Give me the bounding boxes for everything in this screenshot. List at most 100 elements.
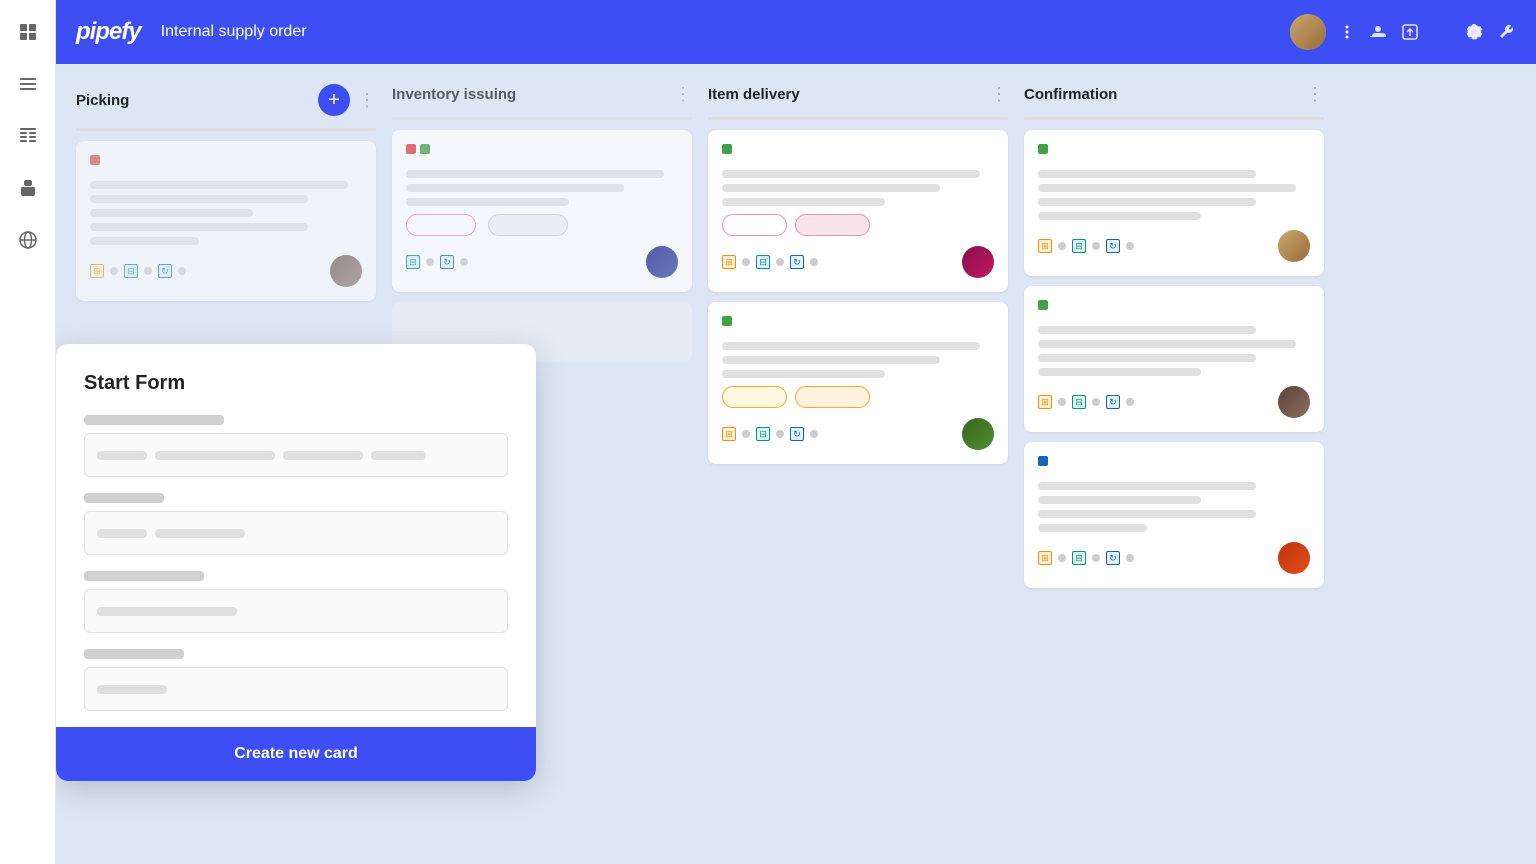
card-footer: ⊞ ⊟ ↻ [90, 255, 362, 287]
card-icon-attach: ⊟ [124, 264, 138, 278]
users-icon[interactable] [1368, 22, 1388, 42]
card-line [90, 223, 308, 231]
sidebar-item-table[interactable] [12, 120, 44, 152]
badge-green [1038, 300, 1048, 310]
sidebar-item-globe[interactable] [12, 224, 44, 256]
card-icon-label: ⊞ [90, 264, 104, 278]
inventory-header: Inventory issuing ⋮ [392, 84, 692, 105]
tag-pill [488, 214, 568, 236]
dot-icon [110, 267, 118, 275]
dot-icon [1058, 242, 1066, 250]
badge-green [1038, 144, 1048, 154]
card-icon: ⊟ [1072, 551, 1086, 565]
picking-add-button[interactable]: + [318, 84, 350, 116]
picking-menu-icon[interactable]: ⋮ [358, 90, 376, 111]
dot-icon [810, 258, 818, 266]
sidebar [0, 0, 56, 864]
dot-icon [776, 430, 784, 438]
dot-icon [460, 258, 468, 266]
badge-red [90, 155, 100, 165]
confirmation-menu-icon[interactable]: ⋮ [1306, 84, 1324, 105]
card-icon: ⊞ [1038, 551, 1052, 565]
avatar [1278, 230, 1310, 262]
card-icon: ⊟ [756, 255, 770, 269]
input-placeholder [97, 529, 245, 538]
card-icons: ⊞ ⊟ ↻ [722, 255, 818, 269]
filter-icon[interactable] [1432, 22, 1452, 42]
card-footer: ⊞ ⊟ ↻ [722, 246, 994, 278]
card-icon: ⊟ [1072, 239, 1086, 253]
card-line [90, 209, 253, 217]
table-row[interactable]: ⊞ ⊟ ↻ [1024, 130, 1324, 276]
avatar [1278, 542, 1310, 574]
table-row[interactable]: ⊞ ⊟ ↻ [1024, 442, 1324, 588]
card-icons: ⊞ ⊟ ↻ [1038, 395, 1134, 409]
wrench-icon[interactable] [1496, 22, 1516, 42]
form-body: Start Form [56, 344, 536, 711]
dot-icon [1058, 398, 1066, 406]
card-line [722, 356, 940, 364]
card-line [722, 198, 885, 206]
dot-icon [742, 258, 750, 266]
form-input-1[interactable] [84, 433, 508, 477]
header-avatar[interactable] [1290, 14, 1326, 50]
start-form-overlay: Start Form [56, 344, 536, 781]
form-input-2[interactable] [84, 511, 508, 555]
card-line [1038, 198, 1256, 206]
column-confirmation: Confirmation ⋮ ⊞ ⊟ [1024, 84, 1324, 844]
card-icon: ↻ [440, 255, 454, 269]
form-input-4[interactable] [84, 667, 508, 711]
badge-red [406, 144, 416, 154]
card-icons: ⊞ ⊟ ↻ [90, 264, 186, 278]
header-more-icon[interactable] [1338, 23, 1356, 41]
card-line [1038, 184, 1296, 192]
card-line [90, 195, 308, 203]
table-row[interactable]: ⊞ ⊟ ↻ [1024, 286, 1324, 432]
table-row[interactable]: ⊞ ⊟ ↻ [708, 302, 1008, 464]
form-field-label-1 [84, 415, 224, 425]
table-row[interactable]: ⊟ ↻ [392, 130, 692, 292]
card-icon-sync: ↻ [158, 264, 172, 278]
card-icon: ⊟ [406, 255, 420, 269]
badge-green [722, 316, 732, 326]
table-row[interactable]: ⊞ ⊟ ↻ [76, 141, 376, 301]
export-icon[interactable] [1400, 22, 1420, 42]
card-footer: ⊟ ↻ [406, 246, 678, 278]
logo: pipefy [76, 18, 141, 46]
card-footer: ⊞ ⊟ ↻ [1038, 230, 1310, 262]
sidebar-item-bot[interactable] [12, 172, 44, 204]
card-line [1038, 368, 1201, 376]
card-line [1038, 340, 1296, 348]
dot-icon [742, 430, 750, 438]
tag-pill [406, 214, 476, 236]
sidebar-item-grid[interactable] [12, 16, 44, 48]
avatar [330, 255, 362, 287]
tag-pill-orange2 [795, 386, 870, 408]
dot-icon [178, 267, 186, 275]
card-line [406, 170, 664, 178]
card-line [722, 170, 980, 178]
avatar [1278, 386, 1310, 418]
inventory-menu-icon[interactable]: ⋮ [674, 84, 692, 105]
dot-icon [144, 267, 152, 275]
input-placeholder [97, 685, 167, 694]
create-card-button[interactable]: Create new card [84, 745, 508, 763]
delivery-menu-icon[interactable]: ⋮ [990, 84, 1008, 105]
card-line [722, 184, 940, 192]
dot-icon [776, 258, 784, 266]
table-row[interactable]: ⊞ ⊟ ↻ [708, 130, 1008, 292]
sidebar-item-list[interactable] [12, 68, 44, 100]
card-icon: ↻ [790, 427, 804, 441]
card-line [1038, 326, 1256, 334]
card-line [1038, 524, 1147, 532]
settings-icon[interactable] [1464, 22, 1484, 42]
board: Picking + ⋮ ⊞ ⊟ [56, 64, 1536, 864]
dot-icon [1126, 398, 1134, 406]
card-line [90, 181, 348, 189]
form-title: Start Form [84, 372, 508, 395]
card-line [722, 370, 885, 378]
form-input-3[interactable] [84, 589, 508, 633]
card-line [1038, 510, 1256, 518]
card-icon: ⊞ [722, 427, 736, 441]
confirmation-title: Confirmation [1024, 86, 1298, 103]
